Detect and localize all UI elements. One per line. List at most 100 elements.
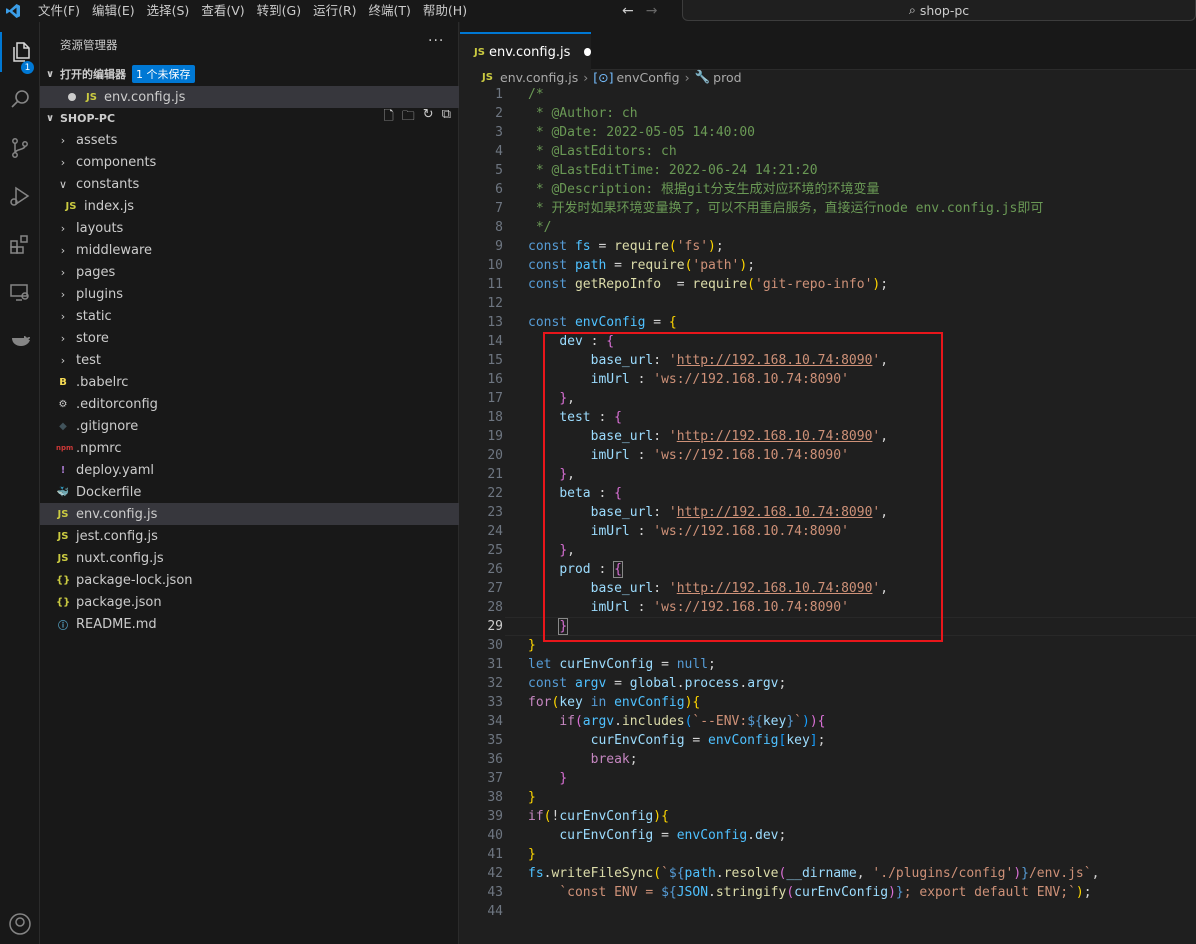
highlight-annotation-box: [543, 332, 943, 642]
tree-folder[interactable]: › middleware: [40, 239, 459, 261]
menu-item[interactable]: 编辑(E): [86, 0, 141, 22]
tree-folder[interactable]: › layouts: [40, 217, 459, 239]
tree-folder[interactable]: › assets: [40, 129, 459, 151]
chevron-right-icon: ›: [60, 155, 66, 169]
collapse-all-icon[interactable]: ⧉: [442, 107, 451, 129]
js-file-icon: JS: [474, 46, 485, 58]
tree-file[interactable]: ! deploy.yaml: [40, 459, 459, 481]
tree-file[interactable]: ⓘ README.md: [40, 613, 459, 635]
tree-file[interactable]: ⚙ .editorconfig: [40, 393, 459, 415]
tree-file[interactable]: JS env.config.js: [40, 503, 459, 525]
tree-file[interactable]: JS nuxt.config.js: [40, 547, 459, 569]
code-line[interactable]: 31 let curEnvConfig = null;: [460, 655, 1196, 674]
code-line[interactable]: 10 const path = require('path');: [460, 256, 1196, 275]
account-icon[interactable]: [0, 904, 40, 944]
open-editor-item[interactable]: JS env.config.js: [40, 86, 459, 108]
code-line[interactable]: 32 const argv = global.process.argv;: [460, 674, 1196, 693]
code-line[interactable]: 36 break;: [460, 750, 1196, 769]
tree-folder[interactable]: › store: [40, 327, 459, 349]
menu-item[interactable]: 查看(V): [195, 0, 250, 22]
tree-file[interactable]: B .babelrc: [40, 371, 459, 393]
code-line[interactable]: 1/*: [460, 85, 1196, 104]
tree-item-label: store: [76, 330, 109, 346]
tree-file[interactable]: npm .npmrc: [40, 437, 459, 459]
code-line[interactable]: 44: [460, 902, 1196, 921]
back-arrow-icon[interactable]: ←: [622, 0, 634, 22]
tree-file[interactable]: {} package.json: [40, 591, 459, 613]
code-line[interactable]: 35 curEnvConfig = envConfig[key];: [460, 731, 1196, 750]
more-actions-icon[interactable]: ···: [428, 33, 444, 49]
tree-folder[interactable]: ∨ constants: [40, 173, 459, 195]
code-line[interactable]: 37 }: [460, 769, 1196, 788]
code-line[interactable]: 7 * 开发时如果环境变量换了，可以不用重启服务，直接运行node env.co…: [460, 199, 1196, 218]
json-file-icon: {}: [56, 596, 71, 608]
code-line[interactable]: 33 for(key in envConfig){: [460, 693, 1196, 712]
tree-item-label: components: [76, 154, 157, 170]
modified-dot-icon[interactable]: [584, 48, 591, 56]
git-file-icon: ◆: [59, 420, 67, 432]
extensions-icon[interactable]: [0, 224, 40, 264]
remote-explorer-icon[interactable]: [0, 272, 40, 312]
tree-folder[interactable]: › components: [40, 151, 459, 173]
code-line[interactable]: 34 if(argv.includes(`--ENV:${key}`)){: [460, 712, 1196, 731]
menu-item[interactable]: 帮助(H): [417, 0, 473, 22]
tree-folder[interactable]: › plugins: [40, 283, 459, 305]
tree-file[interactable]: 🐳 Dockerfile: [40, 481, 459, 503]
explorer-sidebar: 资源管理器 ··· ∨ 打开的编辑器 1 个未保存 JS env.config.…: [40, 22, 459, 944]
code-line[interactable]: 6 * @Description: 根据git分支生成对应环境的环境变量: [460, 180, 1196, 199]
menu-item[interactable]: 转到(G): [251, 0, 307, 22]
docker-icon[interactable]: [0, 320, 40, 360]
menu-item[interactable]: 文件(F): [32, 0, 86, 22]
code-line[interactable]: 11 const getRepoInfo = require('git-repo-…: [460, 275, 1196, 294]
breadcrumb-item[interactable]: prod: [713, 70, 741, 85]
project-section[interactable]: ∨ SHOP-PC 🗋 🗀 ↻ ⧉: [40, 107, 459, 129]
explorer-header: 资源管理器 ···: [40, 33, 459, 55]
js-file-icon: JS: [57, 508, 69, 520]
search-icon[interactable]: [0, 79, 40, 119]
wrench-icon: 🔧: [694, 69, 711, 84]
code-line[interactable]: 4 * @LastEditors: ch: [460, 142, 1196, 161]
tree-folder[interactable]: › static: [40, 305, 459, 327]
breadcrumb-item[interactable]: env.config.js: [500, 70, 578, 85]
code-line[interactable]: 42 fs.writeFileSync(`${path.resolve(__dir…: [460, 864, 1196, 883]
run-debug-icon[interactable]: [0, 176, 40, 216]
code-line[interactable]: 39 if(!curEnvConfig){: [460, 807, 1196, 826]
menu-item[interactable]: 运行(R): [307, 0, 362, 22]
tree-item-label: deploy.yaml: [76, 462, 154, 478]
tree-file[interactable]: {} package-lock.json: [40, 569, 459, 591]
refresh-icon[interactable]: ↻: [423, 107, 434, 129]
menu-item[interactable]: 终端(T): [363, 0, 417, 22]
code-line[interactable]: 3 * @Date: 2022-05-05 14:40:00: [460, 123, 1196, 142]
tree-item-label: assets: [76, 132, 118, 148]
explorer-icon[interactable]: 1: [0, 32, 40, 74]
unsaved-badge: 1 个未保存: [132, 65, 195, 83]
tree-folder[interactable]: › test: [40, 349, 459, 371]
forward-arrow-icon[interactable]: →: [646, 0, 658, 22]
code-line[interactable]: 5 * @LastEditTime: 2022-06-24 14:21:20: [460, 161, 1196, 180]
json-file-icon: {}: [56, 574, 71, 586]
tree-file[interactable]: JS index.js: [40, 195, 459, 217]
menu-item[interactable]: 选择(S): [141, 0, 196, 22]
tab-env-config[interactable]: JS env.config.js: [460, 32, 591, 70]
breadcrumb-item[interactable]: envConfig: [616, 70, 679, 85]
command-center-search[interactable]: ⌕ shop-pc: [682, 0, 1196, 21]
code-line[interactable]: 38}: [460, 788, 1196, 807]
code-line[interactable]: 12: [460, 294, 1196, 313]
babel-file-icon: B: [59, 376, 67, 388]
new-file-icon[interactable]: 🗋: [383, 107, 393, 129]
code-line[interactable]: 43 `const ENV = ${JSON.stringify(curEnvC…: [460, 883, 1196, 902]
open-editors-section[interactable]: ∨ 打开的编辑器 1 个未保存: [40, 63, 459, 85]
code-line[interactable]: 41}: [460, 845, 1196, 864]
symbol-variable-icon: [⊙]: [593, 69, 614, 85]
code-line[interactable]: 9 const fs = require('fs');: [460, 237, 1196, 256]
tree-folder[interactable]: › pages: [40, 261, 459, 283]
tree-file[interactable]: JS jest.config.js: [40, 525, 459, 547]
code-line[interactable]: 8 */: [460, 218, 1196, 237]
chevron-right-icon: ›: [60, 243, 66, 257]
tree-file[interactable]: ◆ .gitignore: [40, 415, 459, 437]
code-line[interactable]: 13 const envConfig = {: [460, 313, 1196, 332]
source-control-icon[interactable]: [0, 128, 40, 168]
code-line[interactable]: 2 * @Author: ch: [460, 104, 1196, 123]
code-line[interactable]: 40 curEnvConfig = envConfig.dev;: [460, 826, 1196, 845]
new-folder-icon[interactable]: 🗀: [402, 107, 415, 129]
